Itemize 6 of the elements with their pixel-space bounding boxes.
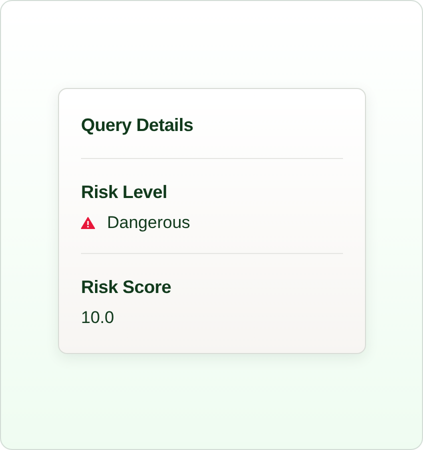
field-label: Risk Level	[81, 182, 168, 202]
field-value: Dangerous	[107, 212, 190, 234]
warning-icon	[81, 217, 95, 229]
field-value: 10.0	[81, 307, 114, 329]
card-title: Query Details	[81, 114, 194, 137]
field-label: Risk Score	[81, 277, 172, 297]
